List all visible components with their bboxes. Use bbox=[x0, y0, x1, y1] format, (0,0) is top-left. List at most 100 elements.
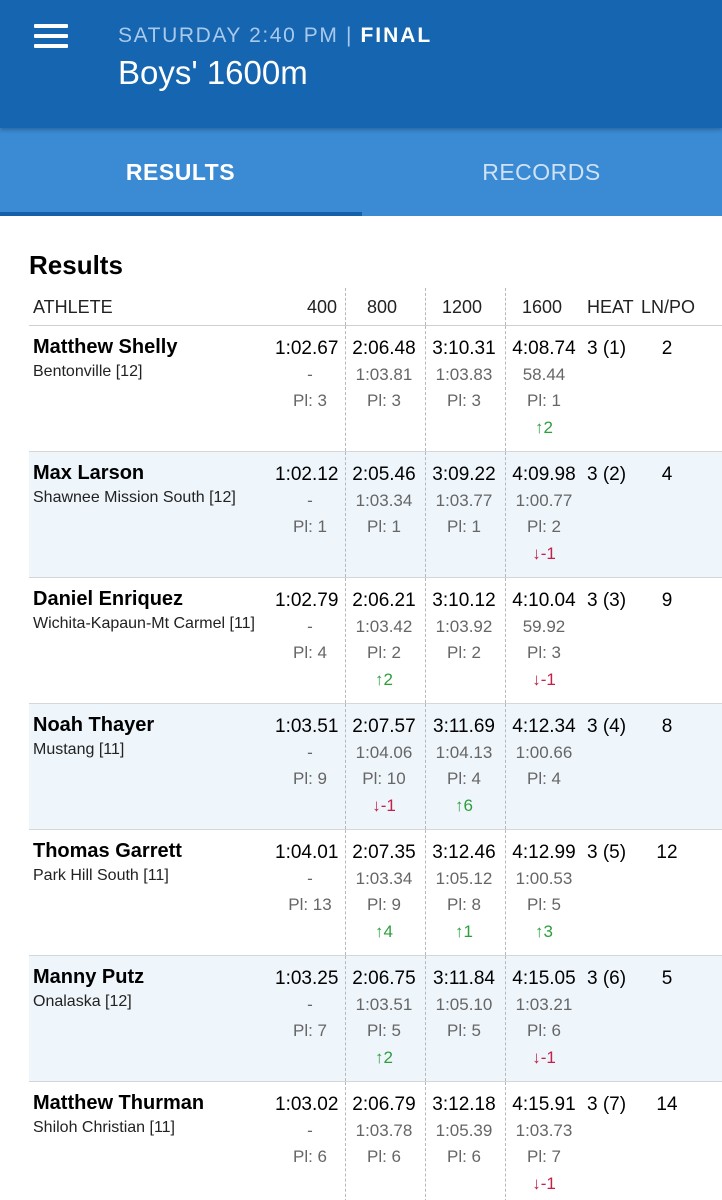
tab-records[interactable]: RECORDS bbox=[361, 128, 722, 216]
split-800-cell: 2:07.57 1:04.06 Pl: 10 ↓-1 bbox=[347, 714, 421, 820]
column-divider bbox=[505, 830, 506, 955]
split-400-cell: 1:02.67 - Pl: 3 bbox=[275, 336, 339, 414]
heat-value: 3 (3) bbox=[587, 590, 627, 611]
column-divider bbox=[425, 1082, 426, 1200]
table-row[interactable]: Noah Thayer Mustang [11] 1:03.51 - Pl: 9 2:07… bbox=[29, 704, 722, 830]
athlete-school: Shawnee Mission South [12] bbox=[33, 489, 236, 506]
athlete-name[interactable]: Matthew Shelly bbox=[33, 336, 177, 359]
table-row[interactable]: Manny Putz Onalaska [12] 1:03.25 - Pl: 7 2:06… bbox=[29, 956, 722, 1082]
split-1600-place: Pl: 2 bbox=[526, 517, 562, 536]
split-800-time: 2:06.79 bbox=[352, 1094, 416, 1115]
split-1200-lap: 1:05.10 bbox=[435, 995, 493, 1014]
column-divider bbox=[505, 452, 506, 577]
table-row[interactable]: Thomas Garrett Park Hill South [11] 1:04.0… bbox=[29, 830, 722, 956]
split-1600-cell: 4:12.99 1:00.53 Pl: 5 ↑3 bbox=[507, 840, 581, 946]
split-400-cell: 1:04.01 - Pl: 13 bbox=[275, 840, 339, 918]
athlete-name[interactable]: Thomas Garrett bbox=[33, 840, 182, 863]
split-800-lap: 1:03.34 bbox=[355, 869, 413, 888]
split-1600-lap: 1:03.73 bbox=[515, 1121, 573, 1140]
split-1200-place: Pl: 6 bbox=[446, 1147, 482, 1166]
column-divider bbox=[345, 326, 346, 451]
column-divider bbox=[505, 326, 506, 451]
split-1600-time: 4:15.91 bbox=[512, 1094, 576, 1115]
table-row[interactable]: Matthew Thurman Shiloh Christian [11] 1:03… bbox=[29, 1082, 722, 1200]
split-800-cell: 2:06.79 1:03.78 Pl: 6 bbox=[347, 1092, 421, 1170]
event-status: FINAL bbox=[360, 24, 433, 47]
split-800-place: Pl: 5 bbox=[366, 1021, 402, 1040]
split-800-lap: 1:04.06 bbox=[355, 743, 413, 762]
results-table: ATHLETE 400 800 1200 1600 HEAT LN/PO Mat… bbox=[29, 288, 722, 1200]
column-divider bbox=[425, 956, 426, 1081]
split-800-cell: 2:07.35 1:03.34 Pl: 9 ↑4 bbox=[347, 840, 421, 946]
split-1200-place: Pl: 2 bbox=[446, 643, 482, 662]
split-1600-place: Pl: 5 bbox=[526, 895, 562, 914]
split-1600-lap: 59.92 bbox=[522, 617, 566, 636]
section-title: Results bbox=[29, 250, 123, 280]
split-400-time: 1:03.25 bbox=[275, 968, 339, 989]
split-800-cell: 2:05.46 1:03.34 Pl: 1 bbox=[347, 462, 421, 540]
athlete-name[interactable]: Daniel Enriquez bbox=[33, 588, 183, 611]
split-1200-place: Pl: 3 bbox=[446, 391, 482, 410]
status-separator: | bbox=[345, 24, 353, 47]
col-header-lane-position: LN/PO bbox=[641, 297, 696, 317]
split-400-time: 1:02.67 bbox=[275, 338, 339, 359]
split-1600-cell: 4:08.74 58.44 Pl: 1 ↑2 bbox=[507, 336, 581, 442]
athlete-name[interactable]: Manny Putz bbox=[33, 966, 144, 989]
split-400-lap: - bbox=[307, 869, 313, 888]
split-400-place: Pl: 3 bbox=[292, 391, 328, 410]
athlete-name[interactable]: Matthew Thurman bbox=[33, 1092, 204, 1115]
athlete-name[interactable]: Max Larson bbox=[33, 462, 144, 485]
athlete-name[interactable]: Noah Thayer bbox=[33, 714, 154, 737]
split-1200-place: Pl: 1 bbox=[446, 517, 482, 536]
lane-position-value: 4 bbox=[661, 464, 673, 485]
heat-value: 3 (2) bbox=[587, 464, 627, 485]
place-change-up-indicator: ↑2 bbox=[375, 1048, 393, 1067]
split-800-place: Pl: 3 bbox=[366, 391, 402, 410]
tab-results[interactable]: RESULTS bbox=[0, 128, 361, 216]
col-header-athlete: ATHLETE bbox=[33, 297, 113, 317]
split-800-lap: 1:03.81 bbox=[355, 365, 413, 384]
lane-position-value: 9 bbox=[661, 590, 673, 611]
place-change-up-indicator: ↑2 bbox=[375, 670, 393, 689]
col-header-800: 800 bbox=[366, 297, 398, 317]
column-divider bbox=[505, 704, 506, 829]
table-row[interactable]: Daniel Enriquez Wichita-Kapaun-Mt Carmel … bbox=[29, 578, 722, 704]
heat-value: 3 (6) bbox=[587, 968, 627, 989]
place-change-up-indicator: ↑6 bbox=[455, 796, 473, 815]
event-day-time: SATURDAY 2:40 PM bbox=[118, 24, 339, 47]
split-1600-time: 4:08.74 bbox=[512, 338, 576, 359]
split-800-time: 2:05.46 bbox=[352, 464, 416, 485]
split-1600-lap: 1:03.21 bbox=[515, 995, 573, 1014]
tab-bar: RESULTS RECORDS bbox=[0, 128, 722, 216]
split-1200-place: Pl: 8 bbox=[446, 895, 482, 914]
split-800-cell: 2:06.48 1:03.81 Pl: 3 bbox=[347, 336, 421, 414]
split-400-lap: - bbox=[307, 617, 313, 636]
split-400-lap: - bbox=[307, 995, 313, 1014]
split-800-cell: 2:06.75 1:03.51 Pl: 5 ↑2 bbox=[347, 966, 421, 1072]
lane-position-value: 8 bbox=[661, 716, 673, 737]
col-header-400: 400 bbox=[306, 297, 337, 317]
split-1200-lap: 1:03.92 bbox=[435, 617, 493, 636]
split-1200-cell: 3:09.22 1:03.77 Pl: 1 bbox=[427, 462, 501, 540]
split-400-time: 1:02.12 bbox=[275, 464, 339, 485]
split-1600-cell: 4:15.05 1:03.21 Pl: 6 ↓-1 bbox=[507, 966, 581, 1072]
hamburger-menu-icon[interactable] bbox=[34, 24, 70, 50]
split-1600-place: Pl: 1 bbox=[526, 391, 562, 410]
column-divider bbox=[345, 452, 346, 577]
table-row[interactable]: Matthew Shelly Bentonville [12] 1:02.67 - Pl… bbox=[29, 326, 722, 452]
split-1200-place: Pl: 4 bbox=[446, 769, 482, 788]
column-divider bbox=[425, 830, 426, 955]
split-400-time: 1:04.01 bbox=[275, 842, 339, 863]
column-divider bbox=[345, 956, 346, 1081]
split-400-cell: 1:03.25 - Pl: 7 bbox=[275, 966, 339, 1044]
place-change-up-indicator: ↑3 bbox=[535, 922, 553, 941]
col-header-heat: HEAT bbox=[587, 297, 634, 317]
split-1200-lap: 1:03.77 bbox=[435, 491, 493, 510]
athlete-school: Wichita-Kapaun-Mt Carmel [11] bbox=[33, 615, 255, 632]
athlete-school: Onalaska [12] bbox=[33, 993, 132, 1010]
column-divider bbox=[425, 326, 426, 451]
split-400-place: Pl: 7 bbox=[292, 1021, 328, 1040]
split-1600-lap: 1:00.53 bbox=[515, 869, 573, 888]
table-row[interactable]: Max Larson Shawnee Mission South [12] 1:02… bbox=[29, 452, 722, 578]
table-body: Matthew Shelly Bentonville [12] 1:02.67 - Pl… bbox=[29, 326, 722, 1200]
